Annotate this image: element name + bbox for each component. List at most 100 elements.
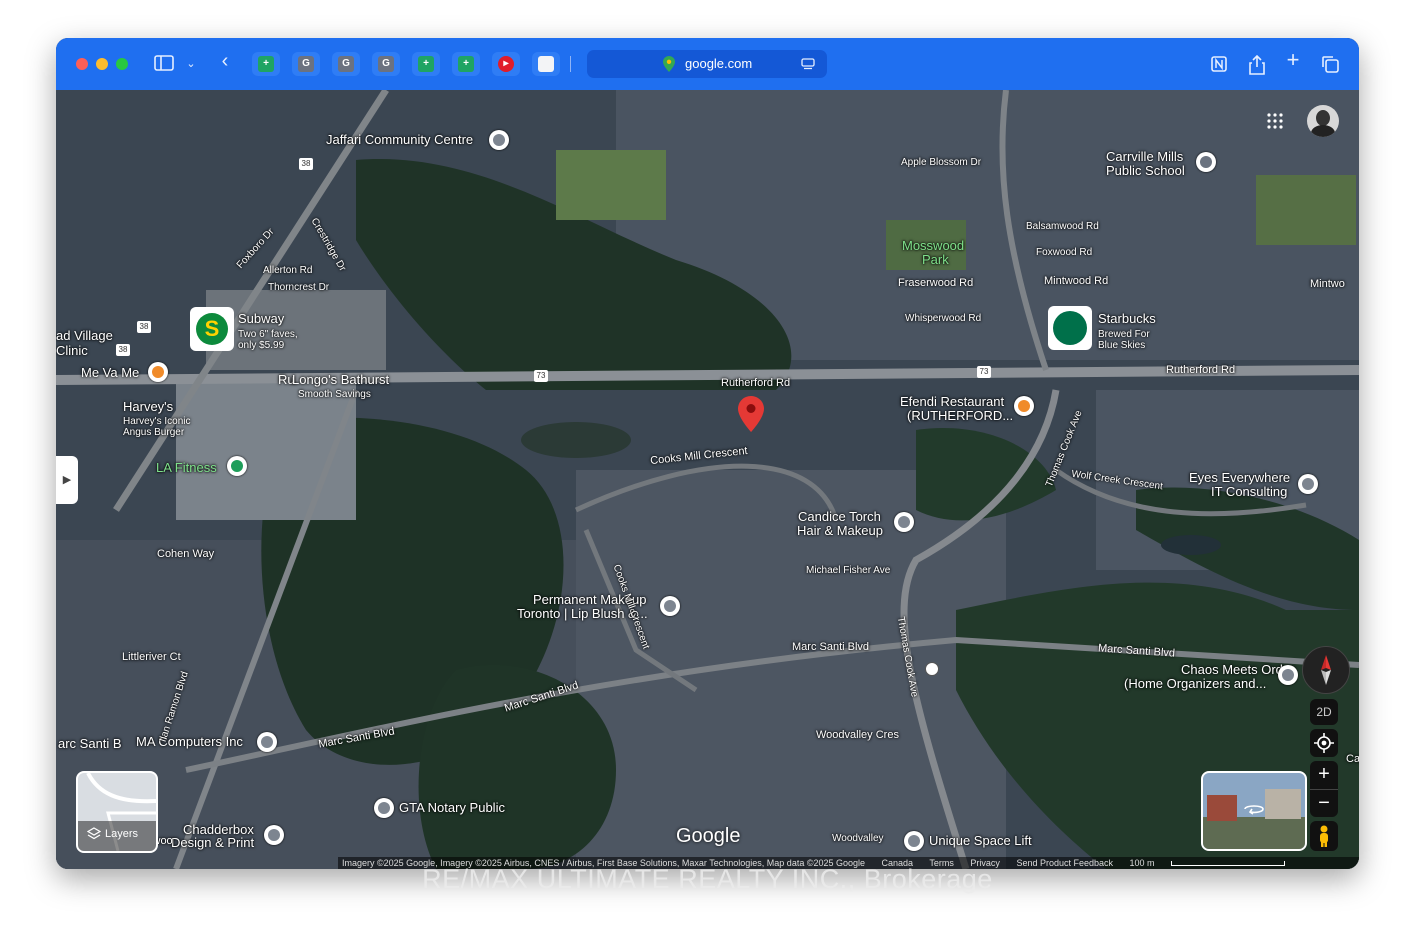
subway-logo-icon[interactable]: S [190,307,234,351]
zoom-controls: + − [1310,761,1338,817]
tab-5[interactable]: + [412,52,440,76]
poi-eyes-label-1[interactable]: Eyes Everywhere [1189,471,1290,485]
poi-harveys-label[interactable]: Harvey's [123,400,173,414]
street-mintwood: Mintwood Rd [1044,275,1109,287]
tab-7[interactable]: ▸ [492,52,520,76]
street-marc-santi-1: Marc Santi Blvd [792,641,870,653]
minimize-window-button[interactable] [96,58,108,70]
poi-macomputers-label[interactable]: MA Computers Inc [136,735,243,749]
business-icon[interactable] [374,798,394,818]
poi-chaos-label-2[interactable]: (Home Organizers and... [1124,677,1266,691]
poi-subway-label[interactable]: Subway [238,312,284,326]
compass-button[interactable] [1302,646,1350,694]
pegman-icon [1320,825,1328,847]
close-window-button[interactable] [76,58,88,70]
business-icon[interactable] [257,732,277,752]
pegman-button[interactable] [1310,821,1338,851]
poi-mevame-label[interactable]: Me Va Me [81,366,139,380]
restaurant-icon[interactable] [1014,396,1034,416]
back-icon[interactable]: ‹ [217,51,233,71]
side-panel-toggle[interactable]: ▶ [56,456,78,504]
street-balsamwood: Balsamwood Rd [1026,221,1099,232]
address-bar[interactable]: google.com [587,50,827,78]
poi-jaffari-label[interactable]: Jaffari Community Centre [326,133,473,147]
starbucks-logo-icon[interactable] [1048,306,1092,350]
poi-village-label-1[interactable]: ad Village [56,329,113,343]
restaurant-icon[interactable] [148,362,168,382]
poi-carrville-label-2[interactable]: Public School [1106,164,1185,178]
satellite-map[interactable]: Jaffari Community Centre Carrville Mills… [56,90,1359,869]
poi-uniquespace-label[interactable]: Unique Space Lift [929,834,1032,848]
street-whisperwood: Whisperwood Rd [905,313,982,324]
poi-starbucks-label[interactable]: Starbucks [1098,312,1156,326]
sidebar-toggle-icon[interactable] [153,55,175,76]
street-carl-partial: Carl [1346,753,1359,765]
street-rutherford-w: Rutherford Rd [721,377,791,389]
gym-icon[interactable] [227,456,247,476]
bus-stop-icon[interactable] [925,662,939,676]
google-icon: G [298,56,314,72]
route-73-shield: 73 [977,366,991,378]
new-tab-icon[interactable]: + [1283,49,1303,71]
poi-eyes-label-2[interactable]: IT Consulting [1211,485,1287,499]
tab-6[interactable]: + [452,52,480,76]
apps-grid-icon[interactable] [1266,112,1284,130]
community-centre-icon[interactable] [489,130,509,150]
maximize-window-button[interactable] [116,58,128,70]
poi-efendi-label-2[interactable]: (RUTHERFORD... [907,409,1013,423]
my-location-button[interactable] [1310,729,1338,757]
street-view-preview[interactable] [1201,771,1307,851]
location-marker-icon[interactable] [738,396,764,432]
street-woodvalley-cres: Woodvalley Cres [816,729,899,741]
poi-lafitness-label[interactable]: LA Fitness [156,461,217,475]
google-icon: G [338,56,354,72]
business-icon[interactable] [660,596,680,616]
poi-efendi-label-1[interactable]: Efendi Restaurant [900,395,1004,409]
poi-starbucks-sub2: Blue Skies [1098,340,1146,351]
poi-longos-label[interactable]: Longo's Bathurst [292,373,389,387]
street-foxwood: Foxwood Rd [1036,247,1093,258]
share-icon[interactable] [1247,54,1267,80]
layers-icon [87,827,101,840]
business-icon[interactable] [1278,665,1298,685]
layers-button[interactable]: Layers [76,771,158,853]
business-icon[interactable] [894,512,914,532]
sheets-icon: + [258,56,274,72]
toolbar-divider [570,56,571,72]
route-73-shield: 73 [534,370,548,382]
zoom-in-button[interactable]: + [1310,761,1338,789]
business-icon[interactable] [904,831,924,851]
poi-village-label-2[interactable]: Clinic [56,344,88,358]
park-mosswood-label-1[interactable]: Mosswood [902,239,964,253]
reader-icon[interactable] [801,58,815,70]
poi-subway-sub2: only $5.99 [238,340,285,351]
tab-2[interactable]: G [292,52,320,76]
tab-1[interactable]: + [252,52,280,76]
poi-candice-label-2[interactable]: Hair & Makeup [797,524,883,538]
poi-chadderbox-label-2[interactable]: Design & Print [171,836,254,850]
poi-gtanotary-label[interactable]: GTA Notary Public [399,801,505,815]
school-icon[interactable] [1196,152,1216,172]
poi-longos-sub: Smooth Savings [298,389,371,400]
layers-label: Layers [105,828,139,840]
tab-3[interactable]: G [332,52,360,76]
business-icon[interactable] [264,825,284,845]
street-woodvalley: Woodvalley [832,833,884,844]
google-logo: Google [676,825,741,847]
poi-carrville-label-1[interactable]: Carrville Mills [1106,150,1183,164]
street-littleriver: Littleriver Ct [122,651,181,663]
view-mode-button[interactable]: 2D [1310,699,1338,725]
poi-harveys-sub2: Angus Burger [123,427,185,438]
business-icon[interactable] [1298,474,1318,494]
poi-candice-label-1[interactable]: Candice Torch [798,510,881,524]
marc-santi-partial-label: arc Santi B [58,736,122,751]
park-mosswood-label-2[interactable]: Park [922,253,949,267]
account-avatar[interactable] [1307,105,1339,137]
notion-icon[interactable] [1209,55,1229,78]
zoom-out-button[interactable]: − [1310,789,1338,818]
tab-8[interactable] [532,52,560,76]
tab-overview-icon[interactable] [1320,55,1340,78]
chevron-down-icon[interactable]: ⌄ [185,55,197,73]
tab-4[interactable]: G [372,52,400,76]
street-michael-fisher: Michael Fisher Ave [806,565,891,576]
